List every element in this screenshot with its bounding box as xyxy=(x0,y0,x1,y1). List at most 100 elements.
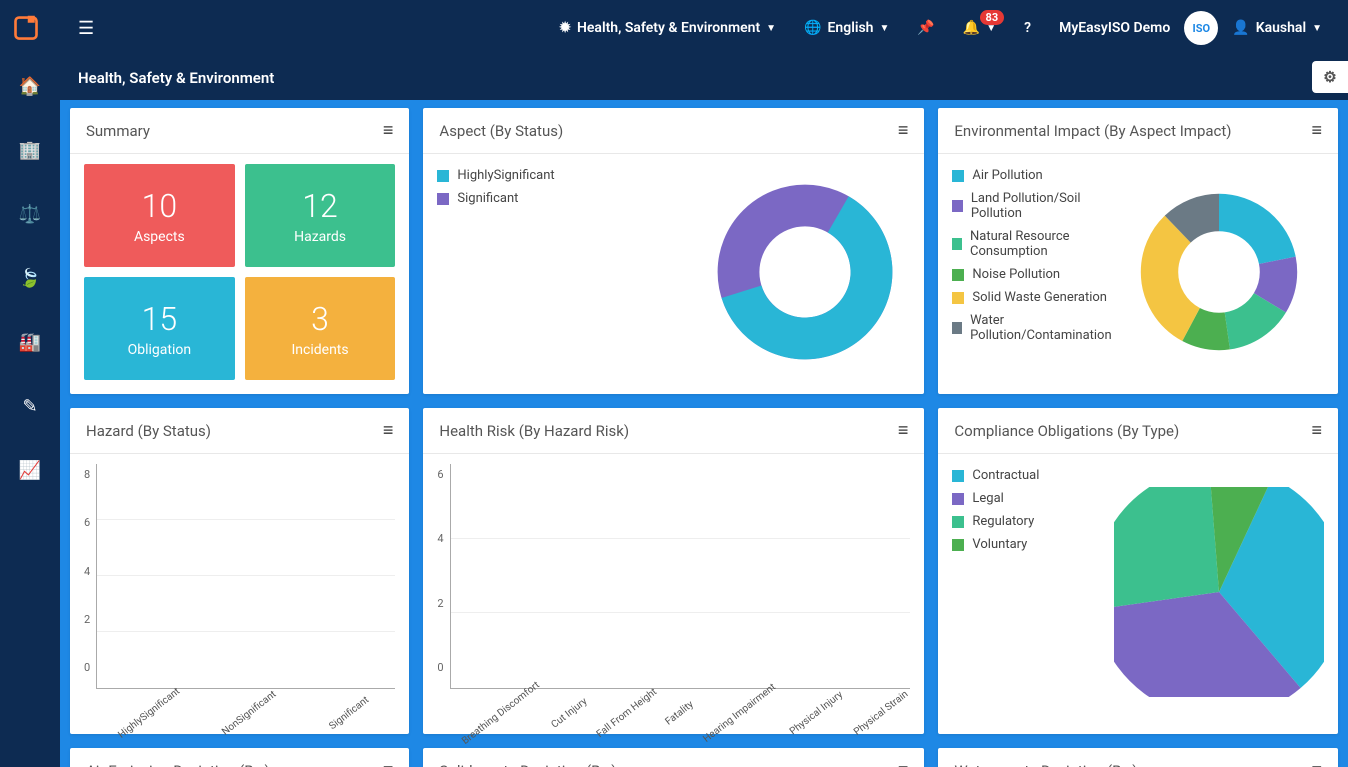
panel-menu-button[interactable]: ≡ xyxy=(898,420,909,441)
dashboard-content: Summary ≡ 10 Aspects 12Hazards15Obligation… xyxy=(60,100,1348,767)
legend-label: Solid Waste Generation xyxy=(972,290,1107,305)
summary-tile[interactable]: 15Obligation xyxy=(84,277,235,380)
avatar[interactable]: ISO xyxy=(1184,11,1218,45)
x-label: Cut Injury xyxy=(549,696,589,731)
x-label: Fatality xyxy=(663,699,695,728)
legend-label: HighlySignificant xyxy=(457,168,554,183)
legend-label: Legal xyxy=(972,491,1003,506)
panel-menu-button[interactable]: ≡ xyxy=(383,420,394,441)
panel-title: Hazard (By Status) xyxy=(86,422,211,440)
summary-tile[interactable]: 10 Aspects xyxy=(84,164,235,267)
panel-menu-button[interactable]: ≡ xyxy=(898,120,909,141)
legend-item[interactable]: Noise Pollution xyxy=(952,267,1114,282)
nav-edit[interactable]: ✎ xyxy=(10,386,50,426)
tile-value: 3 xyxy=(311,300,329,338)
nav-legal[interactable]: ⚖️ xyxy=(10,194,50,234)
nav-reports[interactable]: 📈 xyxy=(10,450,50,490)
panel-menu-button[interactable]: ≡ xyxy=(1311,760,1322,767)
sidebar-toggle-icon[interactable]: ☰ xyxy=(78,18,94,39)
legend-swatch xyxy=(437,193,449,205)
legend-swatch xyxy=(952,470,964,482)
summary-tile[interactable]: 3 Incidents xyxy=(245,277,396,380)
legend-item[interactable]: Air Pollution xyxy=(952,168,1114,183)
legend-swatch xyxy=(952,493,964,505)
legend-item[interactable]: Contractual xyxy=(952,468,1114,483)
panel-hazard-status: Hazard (By Status) ≡ 86420 HighlySignifi… xyxy=(70,408,409,734)
legend-item[interactable]: Natural Resource Consumption xyxy=(952,229,1114,259)
bell-icon: 🔔 xyxy=(963,20,980,36)
user-menu[interactable]: 👤 Kaushal ▼ xyxy=(1218,20,1336,36)
nav-industry[interactable]: 🏭 xyxy=(10,322,50,362)
panel-compliance: Compliance Obligations (By Type) ≡ Contr… xyxy=(938,408,1338,734)
user-label: Kaushal xyxy=(1256,20,1306,36)
topbar: ☰ ✹ Health, Safety & Environment ▼ 🌐 Eng… xyxy=(0,0,1348,56)
legend-swatch xyxy=(952,516,964,528)
panel-health-risk: Health Risk (By Hazard Risk) ≡ 6420 Brea… xyxy=(423,408,924,734)
legend-label: Significant xyxy=(457,191,518,206)
panel-menu-button[interactable]: ≡ xyxy=(1311,120,1322,141)
globe-icon: 🌐 xyxy=(804,20,821,36)
x-label: Hearing Impairment xyxy=(702,682,779,745)
panel-env-impact: Environmental Impact (By Aspect Impact) … xyxy=(938,108,1338,394)
tile-label: Incidents xyxy=(291,342,348,358)
compliance-pie xyxy=(1114,487,1324,697)
panel-title: Health Risk (By Hazard Risk) xyxy=(439,422,629,440)
language-selector[interactable]: 🌐 English ▼ xyxy=(790,20,903,36)
pin-icon: 📌 xyxy=(917,20,934,36)
tile-value: 15 xyxy=(142,300,178,338)
module-selector[interactable]: ✹ Health, Safety & Environment ▼ xyxy=(545,20,790,36)
legend-label: Voluntary xyxy=(972,537,1027,552)
legend-label: Land Pollution/Soil Pollution xyxy=(971,191,1114,221)
panel-summary: Summary ≡ 10 Aspects 12Hazards15Obligation… xyxy=(70,108,409,394)
user-icon: 👤 xyxy=(1232,20,1249,36)
panel-title: Aspect (By Status) xyxy=(439,122,563,140)
side-navigation: 🏠 🏢 ⚖️ 🍃 🏭 ✎ 📈 xyxy=(0,56,60,767)
legend-item[interactable]: Regulatory xyxy=(952,514,1114,529)
panel-menu-button[interactable]: ≡ xyxy=(1311,420,1322,441)
page-settings-button[interactable]: ⚙ xyxy=(1312,61,1348,93)
notifications-button[interactable]: 🔔 83 ▼ xyxy=(949,20,1010,36)
caret-down-icon: ▼ xyxy=(879,23,889,34)
legend-item[interactable]: Significant xyxy=(437,191,700,206)
logo-icon xyxy=(12,14,40,42)
legend-item[interactable]: HighlySignificant xyxy=(437,168,700,183)
legend-swatch xyxy=(952,539,964,551)
nav-home[interactable]: 🏠 xyxy=(10,66,50,106)
panel-menu-button[interactable]: ≡ xyxy=(383,120,394,141)
nav-environment[interactable]: 🍃 xyxy=(10,258,50,298)
legend-item[interactable]: Solid Waste Generation xyxy=(952,290,1114,305)
legend-swatch xyxy=(952,269,964,281)
legend-item[interactable]: Land Pollution/Soil Pollution xyxy=(952,191,1114,221)
tile-label: Aspects xyxy=(134,229,185,245)
help-button[interactable]: ? xyxy=(1010,20,1045,36)
x-label: Physical Injury xyxy=(788,689,845,737)
env-impact-donut xyxy=(1134,187,1304,357)
panel-title: Compliance Obligations (By Type) xyxy=(954,422,1179,440)
panel-menu-button[interactable]: ≡ xyxy=(383,760,394,767)
legend-swatch xyxy=(437,170,449,182)
tile-value: 10 xyxy=(142,187,178,225)
legend-swatch xyxy=(952,200,962,212)
legend-item[interactable]: Voluntary xyxy=(952,537,1114,552)
legend-item[interactable]: Water Pollution/Contamination xyxy=(952,313,1114,343)
legend-label: Air Pollution xyxy=(972,168,1042,183)
panel-title: Summary xyxy=(86,122,150,140)
x-label: Physical Strain xyxy=(852,689,910,738)
panel-title: Solid waste Deviation (By ) xyxy=(439,762,616,767)
legend-label: Natural Resource Consumption xyxy=(970,229,1114,259)
gear-burst-icon: ✹ xyxy=(559,20,571,36)
brand-label: MyEasyISO Demo xyxy=(1045,20,1184,36)
page-header: Health, Safety & Environment ⚙ xyxy=(0,56,1348,100)
legend-label: Water Pollution/Contamination xyxy=(970,313,1114,343)
legend-label: Noise Pollution xyxy=(972,267,1060,282)
legend-swatch xyxy=(952,292,964,304)
aspect-status-donut xyxy=(710,177,900,367)
x-label: Fall From Height xyxy=(595,687,659,741)
summary-tile[interactable]: 12Hazards xyxy=(245,164,396,267)
panel-menu-button[interactable]: ≡ xyxy=(898,760,909,767)
legend-item[interactable]: Legal xyxy=(952,491,1114,506)
panel-aspect-status: Aspect (By Status) ≡ HighlySignificant Si… xyxy=(423,108,924,394)
panel-air-emission: Air Emission Deviation (By ) ≡ xyxy=(70,748,409,767)
pin-button[interactable]: 📌 xyxy=(903,20,948,36)
nav-building[interactable]: 🏢 xyxy=(10,130,50,170)
